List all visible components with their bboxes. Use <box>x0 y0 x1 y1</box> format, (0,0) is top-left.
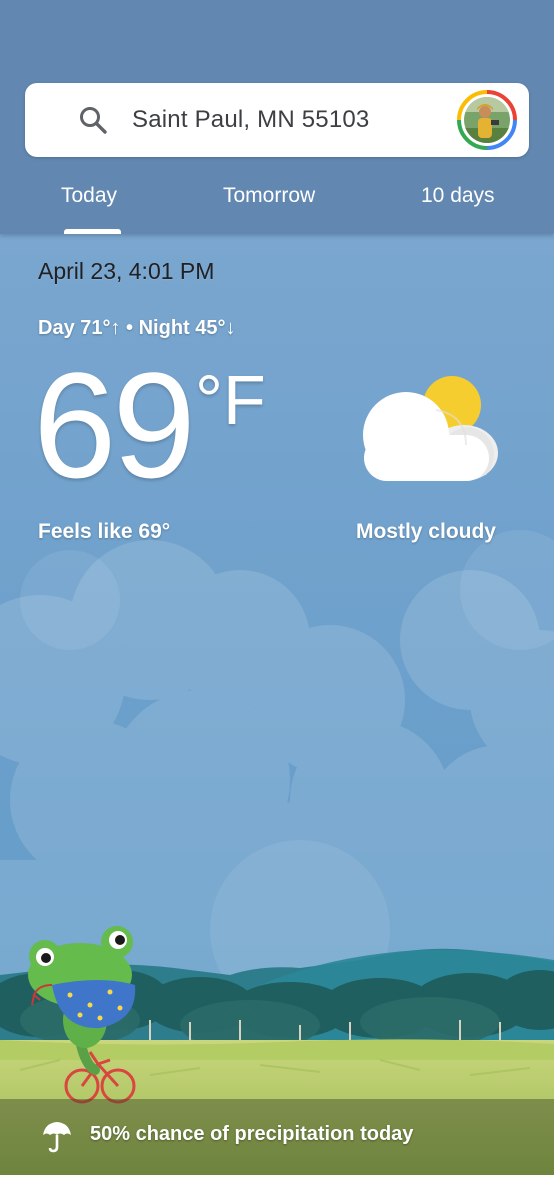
day-night-high-low: Day 71°↑ • Night 45°↓ <box>38 317 236 339</box>
user-avatar-icon[interactable] <box>457 90 517 150</box>
tab-10-days[interactable]: 10 days <box>421 182 495 210</box>
tab-tomorrow[interactable]: Tomorrow <box>223 182 315 210</box>
current-temperature: 69 <box>33 341 196 509</box>
forecast-tabs: Today Tomorrow 10 days <box>0 165 554 234</box>
mostly-cloudy-icon <box>363 376 498 481</box>
app-bar: Saint Paul, MN 55103 Today Tomorrow 10 d… <box>0 0 554 234</box>
bottom-edge <box>0 1175 554 1200</box>
umbrella-icon <box>43 1122 71 1153</box>
tab-today[interactable]: Today <box>61 182 117 210</box>
weather-condition: Mostly cloudy <box>355 520 496 543</box>
date-time: April 23, 4:01 PM <box>38 258 215 284</box>
feels-like: Feels like 69° <box>38 520 171 543</box>
temperature-unit[interactable]: °F <box>195 365 266 435</box>
precipitation-summary[interactable]: 50% chance of precipitation today <box>0 1099 554 1175</box>
search-bar[interactable]: Saint Paul, MN 55103 <box>25 83 529 157</box>
search-icon[interactable] <box>77 104 109 136</box>
search-input[interactable]: Saint Paul, MN 55103 <box>132 104 369 136</box>
precipitation-text: 50% chance of precipitation today <box>90 1123 414 1145</box>
selected-tab-indicator <box>64 229 121 234</box>
